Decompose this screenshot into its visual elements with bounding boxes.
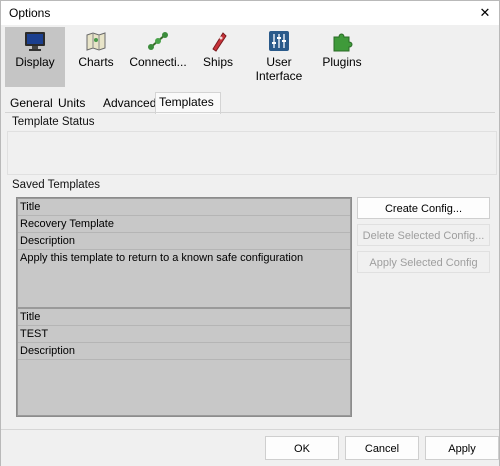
toolbar-label-charts: Charts [78,55,114,69]
category-toolbar: Display Charts Connecti... Ships User In… [1,25,499,89]
apply-button[interactable]: Apply [425,436,499,460]
ship-icon [212,32,227,52]
tab-units[interactable]: Units [55,94,88,113]
template-title-label: Title [18,309,350,326]
template-status-box [7,131,497,175]
toolbar-label-display: Display [15,55,55,69]
template-status-label: Template Status [12,116,95,128]
toolbar-label-ships: Ships [202,55,234,69]
apply-selected-config-button[interactable]: Apply Selected Config [357,251,490,273]
tab-templates[interactable]: Templates [155,92,221,114]
toolbar-label-user-interface-line2: Interface [255,69,303,83]
toolbar-item-user-interface[interactable]: User Interface [247,27,311,87]
sliders-icon [269,31,289,51]
toolbar-item-display[interactable]: Display [5,27,65,87]
template-description-label: Description [18,343,350,360]
toolbar-item-charts[interactable]: Charts [69,27,123,87]
create-config-button[interactable]: Create Config... [357,197,490,219]
options-dialog: Options ✕ Display Charts Connecti... Shi… [0,0,500,466]
tab-advanced[interactable]: Advanced [100,94,159,113]
template-title-label: Title [18,199,350,216]
template-description-label: Description [18,233,350,250]
toolbar-item-plugins[interactable]: Plugins [317,27,367,87]
template-description-value: Apply this template to return to a known… [20,252,304,264]
cancel-button[interactable]: Cancel [345,436,419,460]
template-title-value: TEST [18,326,350,343]
toolbar-label-plugins: Plugins [322,55,362,69]
saved-templates-list[interactable]: Title Recovery Template Description Appl… [16,197,352,417]
map-icon [86,32,106,51]
dialog-footer: OK Cancel Apply [1,429,499,466]
connections-icon [148,32,168,50]
toolbar-label-connections: Connecti... [129,55,187,69]
toolbar-item-connections[interactable]: Connecti... [127,27,189,87]
toolbar-item-ships[interactable]: Ships [195,27,241,87]
delete-selected-config-button[interactable]: Delete Selected Config... [357,224,490,246]
ok-button[interactable]: OK [265,436,339,460]
title-bar: Options ✕ [1,1,499,25]
monitor-icon [25,32,45,51]
saved-templates-label: Saved Templates [12,179,101,191]
puzzle-icon [333,33,353,52]
toolbar-label-user-interface-line1: User [266,55,292,69]
tab-general[interactable]: General [7,94,56,113]
window-title: Options [9,6,51,20]
list-item[interactable]: Title Recovery Template Description Appl… [17,198,351,308]
tab-divider [5,112,495,113]
template-title-value: Recovery Template [18,216,350,233]
list-item[interactable]: Title TEST Description [17,308,351,416]
tab-strip: General Units Advanced Templates [1,92,499,114]
template-description-value [18,360,350,376]
close-icon[interactable]: ✕ [471,1,499,25]
